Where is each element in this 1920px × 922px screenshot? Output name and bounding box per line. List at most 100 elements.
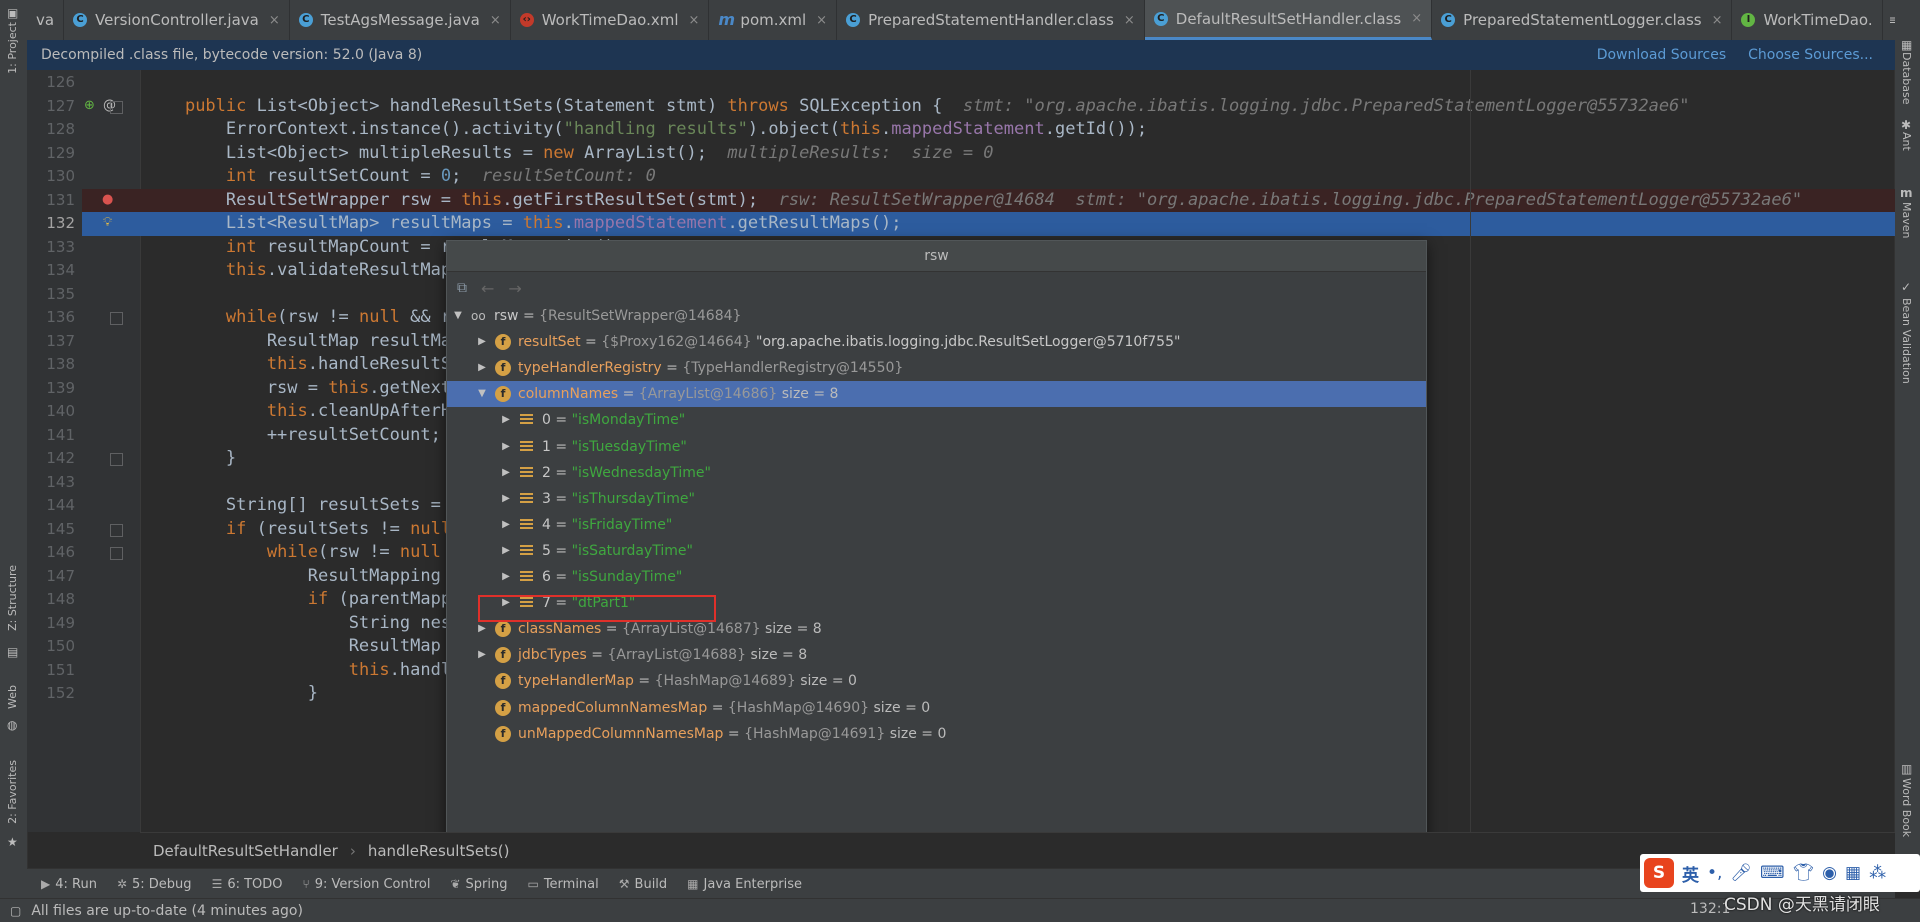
tree-root-rsw[interactable]: ▼ oo rsw = {ResultSetWrapper@14684} — [447, 303, 1426, 329]
microphone-icon[interactable]: 🎤︎ — [1730, 863, 1752, 883]
breadcrumb-method[interactable]: handleResultSets() — [368, 842, 510, 860]
code-line[interactable]: List<ResultMap> resultMaps = this.mapped… — [140, 212, 1895, 236]
tree-field-typeHandlerRegistry[interactable]: ▶ f typeHandlerRegistry = {TypeHandlerRegi… — [447, 355, 1426, 381]
ime-punctuation[interactable]: •, — [1707, 863, 1722, 883]
structure-tool-button[interactable]: Z: Structure — [6, 565, 19, 631]
close-icon[interactable]: × — [1124, 13, 1135, 28]
structure-icon[interactable]: ▤ — [7, 645, 18, 659]
debug-value-popup[interactable]: rsw ⧉ ← → ▼ oo rsw = {ResultSetWrapper@146… — [446, 240, 1427, 852]
skin-icon[interactable]: 👕︎ — [1793, 863, 1815, 883]
database-icon[interactable]: ▦ — [1901, 38, 1912, 52]
fold-marker-icon[interactable] — [110, 312, 123, 325]
back-arrow-icon[interactable]: ← — [481, 279, 494, 298]
chevron-right-icon[interactable]: ▶ — [499, 434, 513, 460]
word-book-icon[interactable]: ▥ — [1901, 762, 1912, 776]
code-line[interactable]: public List<Object> handleResultSets(Sta… — [140, 95, 1895, 119]
maven-tool-button[interactable]: Maven — [1900, 202, 1913, 238]
code-line[interactable]: List<Object> multipleResults = new Array… — [140, 142, 1895, 166]
tree-column-name-0[interactable]: ▶ 0 = "isMondayTime" — [447, 407, 1426, 433]
chevron-right-icon[interactable]: ▶ — [499, 407, 513, 433]
tool-window-button[interactable]: ✲ 5: Debug — [117, 877, 192, 892]
popup-title[interactable]: rsw — [447, 241, 1426, 272]
chevron-right-icon[interactable]: ▶ — [499, 512, 513, 538]
project-tool-button[interactable]: 1: Project — [6, 22, 19, 74]
star-icon[interactable]: ★ — [7, 835, 18, 849]
tool-window-button[interactable]: ☰ 6: TODO — [212, 877, 283, 892]
tree-field-typeHandlerMap[interactable]: f typeHandlerMap = {HashMap@14689} size =… — [447, 668, 1426, 694]
tool-window-button[interactable]: ▶ 4: Run — [41, 877, 97, 892]
tree-field-mappedColumnNamesMap[interactable]: f mappedColumnNamesMap = {HashMap@14690} … — [447, 695, 1426, 721]
close-icon[interactable]: × — [1411, 11, 1422, 26]
download-sources-link[interactable]: Download Sources — [1597, 47, 1726, 63]
editor-tab[interactable]: ‹› WorkTimeDao.xml × — [511, 0, 710, 40]
fold-marker-icon[interactable] — [110, 523, 123, 537]
close-icon[interactable]: × — [490, 13, 501, 28]
database-tool-button[interactable]: Database — [1900, 52, 1913, 105]
chevron-right-icon[interactable]: ▶ — [499, 564, 513, 590]
bean-validation-icon[interactable]: ✓ — [1901, 280, 1911, 294]
editor-tab[interactable]: I WorkTimeDao. — [1732, 0, 1883, 40]
override-icon[interactable]: ⊕ — [84, 98, 95, 113]
tool-window-button[interactable]: ▭ Terminal — [527, 877, 598, 892]
project-icon[interactable]: ▣ — [7, 6, 18, 20]
breadcrumb-class[interactable]: DefaultResultSetHandler — [153, 842, 338, 860]
bean-validation-tool-button[interactable]: Bean Validation — [1900, 298, 1913, 384]
grid-menu-icon[interactable]: ▦ — [1845, 863, 1861, 883]
chevron-right-icon[interactable]: ▶ — [499, 460, 513, 486]
tree-column-name-5[interactable]: ▶ 5 = "isSaturdayTime" — [447, 538, 1426, 564]
close-icon[interactable]: × — [1712, 13, 1723, 28]
tool-window-button[interactable]: ❦ Spring — [450, 877, 507, 892]
ant-icon[interactable]: ✱ — [1901, 118, 1911, 132]
editor-tab[interactable]: m pom.xml × — [709, 0, 838, 40]
code-line[interactable] — [140, 71, 1895, 95]
code-line[interactable]: ResultSetWrapper rsw = this.getFirstResu… — [140, 188, 1895, 212]
ime-language[interactable]: 英 — [1682, 861, 1699, 886]
editor-tab[interactable]: va — [27, 0, 65, 40]
status-square-icon[interactable]: ▢ — [10, 904, 21, 918]
editor-tab[interactable]: C DefaultResultSetHandler.class × — [1144, 0, 1433, 40]
ime-toolbar[interactable]: S 英 •, 🎤︎ ⌨ 👕︎ ◉ ▦ ⁂ — [1640, 854, 1920, 892]
editor-tab[interactable]: C PreparedStatementHandler.class × — [837, 0, 1145, 40]
word-book-tool-button[interactable]: Word Book — [1900, 778, 1913, 837]
editor-tab[interactable]: C PreparedStatementLogger.class × — [1432, 0, 1733, 40]
favorites-tool-button[interactable]: 2: Favorites — [6, 760, 19, 824]
chevron-right-icon[interactable]: ▶ — [499, 486, 513, 512]
chevron-right-icon[interactable]: ▶ — [475, 329, 489, 355]
fold-marker-icon[interactable] — [110, 547, 123, 560]
chevron-right-icon[interactable]: ▶ — [475, 642, 489, 668]
chevron-down-icon[interactable]: ▼ — [451, 303, 465, 329]
editor-tab[interactable]: C VersionController.java × — [64, 0, 290, 40]
status-message[interactable]: All files are up-to-date (4 minutes ago) — [31, 903, 303, 919]
editor-gutter[interactable]: 126 127 128 129 130 131 132 133 134 135 136 137 138 1… — [27, 70, 141, 832]
editor-tab[interactable]: C TestAgsMessage.java × — [290, 0, 511, 40]
tree-column-name-2[interactable]: ▶ 2 = "isWednesdayTime" — [447, 460, 1426, 486]
choose-sources-link[interactable]: Choose Sources... — [1748, 47, 1873, 63]
close-icon[interactable]: × — [816, 13, 827, 28]
tree-field-columnNames[interactable]: ▼ f columnNames = {ArrayList@14686} size =… — [447, 381, 1426, 408]
fold-marker-icon[interactable] — [110, 453, 123, 466]
chevron-down-icon[interactable]: ▼ — [475, 381, 489, 407]
ant-tool-button[interactable]: Ant — [1900, 132, 1913, 151]
tree-column-name-3[interactable]: ▶ 3 = "isThursdayTime" — [447, 486, 1426, 512]
tree-column-name-1[interactable]: ▶ 1 = "isTuesdayTime" — [447, 434, 1426, 460]
close-icon[interactable]: × — [269, 13, 280, 28]
code-line[interactable]: int resultSetCount = 0; resultSetCount: … — [140, 165, 1895, 189]
game-icon[interactable]: ◉ — [1822, 863, 1837, 883]
code-line[interactable]: ErrorContext.instance().activity("handli… — [140, 118, 1895, 142]
web-icon[interactable]: ◍ — [7, 718, 17, 732]
maven-icon[interactable]: m — [1900, 186, 1913, 200]
breakpoint-icon[interactable]: ● — [102, 192, 113, 207]
sogou-logo-icon[interactable]: S — [1644, 858, 1674, 888]
tree-field-unMappedColumnNamesMap[interactable]: f unMappedColumnNamesMap = {HashMap@14691… — [447, 721, 1426, 747]
web-tool-button[interactable]: Web — [6, 685, 19, 709]
lightbulb-icon[interactable]: 💡︎ — [103, 215, 112, 230]
tool-window-button[interactable]: ▦ Java Enterprise — [687, 877, 802, 892]
tree-column-name-4[interactable]: ▶ 4 = "isFridayTime" — [447, 512, 1426, 538]
tree-field-resultSet[interactable]: ▶ f resultSet = {$Proxy162@14664} "org.apa… — [447, 329, 1426, 355]
tool-window-button[interactable]: ⑂ 9: Version Control — [303, 877, 431, 892]
tree-field-jdbcTypes[interactable]: ▶ f jdbcTypes = {ArrayList@14688} size = 8 — [447, 642, 1426, 668]
keyboard-icon[interactable]: ⌨ — [1760, 863, 1785, 883]
tool-window-button[interactable]: ⚒ Build — [619, 877, 667, 892]
close-icon[interactable]: × — [689, 13, 700, 28]
more-tools-icon[interactable]: ⁂ — [1869, 863, 1886, 883]
